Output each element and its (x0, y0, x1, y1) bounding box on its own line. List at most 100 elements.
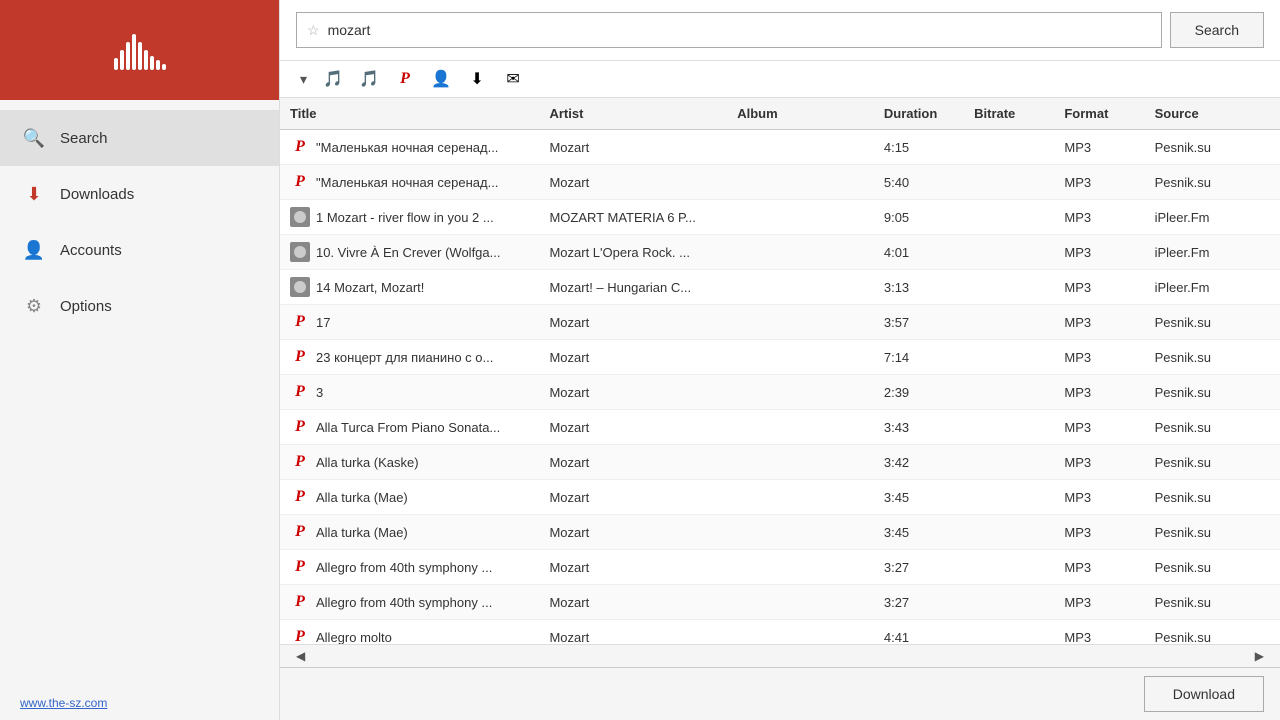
col-header-source[interactable]: Source (1145, 98, 1280, 130)
logo-bar (120, 50, 124, 70)
track-icon: P (290, 627, 310, 644)
table-row[interactable]: PAllegro from 40th symphony ...Mozart3:2… (280, 550, 1280, 585)
table-row[interactable]: P"Маленькая ночная серенад...Mozart4:15M… (280, 130, 1280, 165)
table-row[interactable]: PAlla turka (Mae)Mozart3:45MP3Pesnik.su (280, 515, 1280, 550)
cell-source: Pesnik.su (1145, 445, 1280, 480)
filter-dropdown-arrow[interactable]: ▾ (296, 69, 311, 90)
sidebar-item-options[interactable]: ⚙ Options (0, 278, 279, 334)
search-input[interactable] (328, 22, 1151, 38)
cell-duration: 3:42 (874, 445, 964, 480)
table-row[interactable]: P"Маленькая ночная серенад...Mozart5:40M… (280, 165, 1280, 200)
cell-format: MP3 (1054, 375, 1144, 410)
track-title: Allegro from 40th symphony ... (316, 560, 492, 575)
table-row[interactable]: P17Mozart3:57MP3Pesnik.su (280, 305, 1280, 340)
col-header-title[interactable]: Title (280, 98, 539, 130)
cell-artist: Mozart (539, 130, 727, 165)
cell-album (727, 305, 874, 340)
cell-bitrate (964, 235, 1054, 270)
sidebar-item-downloads[interactable]: ⬇ Downloads (0, 166, 279, 222)
col-header-album[interactable]: Album (727, 98, 874, 130)
table-row[interactable]: PAlla turka (Kaske)Mozart3:42MP3Pesnik.s… (280, 445, 1280, 480)
cell-bitrate (964, 410, 1054, 445)
cell-album (727, 445, 874, 480)
cell-source: iPleer.Fm (1145, 235, 1280, 270)
cell-duration: 3:27 (874, 585, 964, 620)
cell-source: Pesnik.su (1145, 515, 1280, 550)
table-row[interactable]: 1 Mozart - river flow in you 2 ...MOZART… (280, 200, 1280, 235)
cell-format: MP3 (1054, 445, 1144, 480)
downloads-nav-icon: ⬇ (20, 180, 48, 208)
sidebar: 🔍 Search ⬇ Downloads 👤 Accounts ⚙ Option… (0, 0, 280, 720)
cell-title: P3 (280, 375, 539, 410)
sidebar-item-accounts[interactable]: 👤 Accounts (0, 222, 279, 278)
cell-title: P17 (280, 305, 539, 340)
track-icon: P (290, 452, 310, 472)
cell-title: PAlla turka (Mae) (280, 480, 539, 515)
filter-person-icon[interactable]: 👤 (427, 67, 455, 91)
table-row[interactable]: PAlla turka (Mae)Mozart3:45MP3Pesnik.su (280, 480, 1280, 515)
logo-bar (138, 42, 142, 70)
cell-source: Pesnik.su (1145, 550, 1280, 585)
col-header-duration[interactable]: Duration (874, 98, 964, 130)
search-button[interactable]: Search (1170, 12, 1264, 48)
cell-title: 14 Mozart, Mozart! (280, 270, 539, 305)
cell-duration: 3:45 (874, 515, 964, 550)
table-row[interactable]: P23 концерт для пианино с о...Mozart7:14… (280, 340, 1280, 375)
cell-source: Pesnik.su (1145, 480, 1280, 515)
cell-title: PAlla turka (Kaske) (280, 445, 539, 480)
col-header-format[interactable]: Format (1054, 98, 1144, 130)
cell-bitrate (964, 585, 1054, 620)
horizontal-scroll-bar: ◀ ▶ (280, 644, 1280, 667)
table-scroll[interactable]: Title Artist Album Duration Bitrate Form… (280, 98, 1280, 644)
cell-source: Pesnik.su (1145, 620, 1280, 645)
filter-download-icon[interactable]: ⬇ (463, 67, 491, 91)
cell-format: MP3 (1054, 340, 1144, 375)
logo-bars (114, 30, 166, 70)
cell-format: MP3 (1054, 270, 1144, 305)
cell-duration: 4:15 (874, 130, 964, 165)
cell-artist: Mozart (539, 620, 727, 645)
download-button[interactable]: Download (1144, 676, 1264, 712)
cell-format: MP3 (1054, 130, 1144, 165)
col-header-bitrate[interactable]: Bitrate (964, 98, 1054, 130)
filter-mail-icon[interactable]: ✉ (499, 67, 527, 91)
cell-artist: Mozart L'Opera Rock. ... (539, 235, 727, 270)
table-row[interactable]: P3Mozart2:39MP3Pesnik.su (280, 375, 1280, 410)
cell-bitrate (964, 620, 1054, 645)
sidebar-item-search-label: Search (60, 130, 108, 147)
cell-album (727, 410, 874, 445)
scroll-right-btn[interactable]: ▶ (1249, 647, 1270, 665)
track-icon: P (290, 417, 310, 437)
table-row[interactable]: PAllegro moltoMozart4:41MP3Pesnik.su (280, 620, 1280, 645)
sidebar-item-search[interactable]: 🔍 Search (0, 110, 279, 166)
cell-artist: Mozart (539, 305, 727, 340)
results-table: Title Artist Album Duration Bitrate Form… (280, 98, 1280, 644)
sidebar-item-options-label: Options (60, 298, 112, 315)
search-input-wrap[interactable]: ☆ (296, 12, 1162, 48)
website-link[interactable]: www.the-sz.com (0, 686, 279, 720)
cell-bitrate (964, 550, 1054, 585)
table-row[interactable]: PAllegro from 40th symphony ...Mozart3:2… (280, 585, 1280, 620)
filter-note-icon[interactable]: 🎵 (355, 67, 383, 91)
cell-album (727, 270, 874, 305)
logo-bar (156, 60, 160, 70)
track-title: 23 концерт для пианино с о... (316, 350, 493, 365)
track-icon (290, 277, 310, 297)
filter-music-icon[interactable]: 🎵 (319, 67, 347, 91)
table-row[interactable]: 14 Mozart, Mozart!Mozart! – Hungarian C.… (280, 270, 1280, 305)
table-row[interactable]: 10. Vivre À En Crever (Wolfga...Mozart L… (280, 235, 1280, 270)
logo-bar (144, 50, 148, 70)
cell-source: Pesnik.su (1145, 375, 1280, 410)
table-row[interactable]: PAlla Turca From Piano Sonata...Mozart3:… (280, 410, 1280, 445)
col-header-artist[interactable]: Artist (539, 98, 727, 130)
cell-bitrate (964, 130, 1054, 165)
track-icon: P (290, 312, 310, 332)
cell-bitrate (964, 515, 1054, 550)
track-icon: P (290, 487, 310, 507)
cell-duration: 3:57 (874, 305, 964, 340)
scroll-left-btn[interactable]: ◀ (290, 647, 311, 665)
table-header-row: Title Artist Album Duration Bitrate Form… (280, 98, 1280, 130)
cell-artist: Mozart (539, 340, 727, 375)
filter-p-icon[interactable]: P (391, 67, 419, 91)
filter-toolbar: ▾ 🎵 🎵 P 👤 ⬇ ✉ (280, 61, 1280, 98)
